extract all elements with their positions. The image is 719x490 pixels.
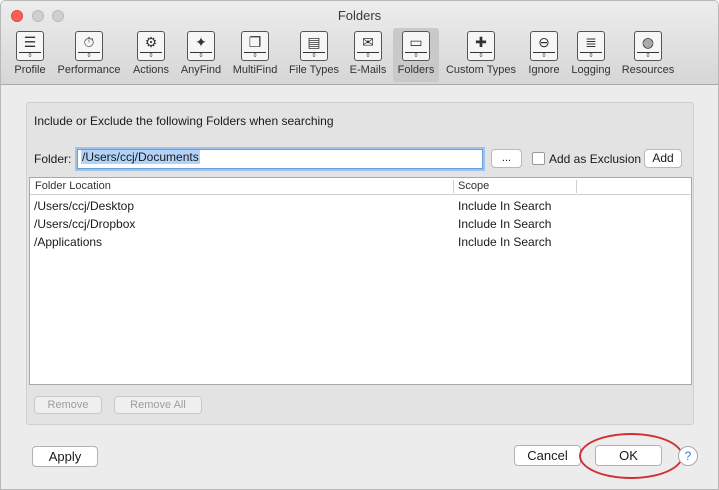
title-toolbar: Folders ☰ 0 Profile ⏱ 0 Performance ⚙ 0 Act… xyxy=(1,1,718,85)
tab-logging[interactable]: ≣ 0 Logging xyxy=(568,28,614,82)
tab-ignore[interactable]: ⊖ 0 Ignore xyxy=(523,28,565,82)
profile-icon: ☰ 0 xyxy=(16,31,44,61)
tab-label: Resources xyxy=(621,64,675,76)
tab-label: Ignore xyxy=(528,64,560,76)
column-divider[interactable] xyxy=(576,180,577,193)
row-folder-location: /Applications xyxy=(34,235,103,249)
tab-resources[interactable]: ◍ 0 Resources xyxy=(617,28,679,82)
custom-types-icon: ✚ 0 xyxy=(467,31,495,61)
remove-all-button[interactable]: Remove All xyxy=(114,396,202,414)
tab-custom-types[interactable]: ✚ 0 Custom Types xyxy=(442,28,520,82)
folders-panel: Include or Exclude the following Folders… xyxy=(26,102,694,425)
gear-icon: ⚙ 0 xyxy=(137,31,165,61)
stopwatch-icon: ⏱ 0 xyxy=(75,31,103,61)
add-as-exclusion-checkbox[interactable] xyxy=(532,152,545,165)
tab-anyfind[interactable]: ✦ 0 AnyFind xyxy=(177,28,225,82)
tab-file-types[interactable]: ▤ 0 File Types xyxy=(285,28,343,82)
table-row[interactable]: /Users/ccj/Desktop Include In Search xyxy=(30,197,691,215)
add-button[interactable]: Add xyxy=(644,149,682,168)
tab-emails[interactable]: ✉ 0 E-Mails xyxy=(346,28,390,82)
panel-heading: Include or Exclude the following Folders… xyxy=(34,114,334,128)
puzzle-icon: ✦ 0 xyxy=(187,31,215,61)
table-row[interactable]: /Applications Include In Search xyxy=(30,233,691,251)
tab-profile[interactable]: ☰ 0 Profile xyxy=(10,28,50,82)
table-header: Folder Location Scope xyxy=(30,178,691,195)
no-entry-icon: ⊖ 0 xyxy=(530,31,558,61)
row-scope: Include In Search xyxy=(458,217,552,231)
tab-label: Actions xyxy=(132,64,170,76)
log-icon: ≣ 0 xyxy=(577,31,605,61)
tab-actions[interactable]: ⚙ 0 Actions xyxy=(128,28,174,82)
row-folder-location: /Users/ccj/Dropbox xyxy=(34,217,136,231)
globe-icon: ◍ 0 xyxy=(634,31,662,61)
column-header-scope[interactable]: Scope xyxy=(458,180,489,192)
tab-folders[interactable]: ▭ 0 Folders xyxy=(393,28,439,82)
envelope-icon: ✉ 0 xyxy=(354,31,382,61)
folder-table[interactable]: Folder Location Scope /Users/ccj/Desktop… xyxy=(29,177,692,385)
browse-button[interactable]: ... xyxy=(491,149,522,168)
tab-label: AnyFind xyxy=(180,64,222,76)
tab-label: Logging xyxy=(571,64,611,76)
tab-label: E-Mails xyxy=(349,64,387,76)
add-as-exclusion-label[interactable]: Add as Exclusion xyxy=(549,152,641,166)
remove-button[interactable]: Remove xyxy=(34,396,102,414)
document-icon: ▤ 0 xyxy=(300,31,328,61)
windows-icon: ❐ 0 xyxy=(241,31,269,61)
column-divider[interactable] xyxy=(453,180,454,193)
table-row[interactable]: /Users/ccj/Dropbox Include In Search xyxy=(30,215,691,233)
tab-label: MultiFind xyxy=(232,64,278,76)
ok-button[interactable]: OK xyxy=(595,445,662,466)
tab-performance[interactable]: ⏱ 0 Performance xyxy=(53,28,125,82)
window-title: Folders xyxy=(337,8,382,23)
apply-button[interactable]: Apply xyxy=(32,446,98,467)
cancel-button[interactable]: Cancel xyxy=(514,445,581,466)
tab-multifind[interactable]: ❐ 0 MultiFind xyxy=(228,28,282,82)
tab-label: File Types xyxy=(289,64,339,76)
tab-label: Performance xyxy=(57,64,121,76)
folder-icon: ▭ 0 xyxy=(402,31,430,61)
folder-path-value: /Users/ccj/Documents xyxy=(81,150,200,164)
tab-label: Folders xyxy=(397,64,435,76)
row-scope: Include In Search xyxy=(458,235,552,249)
tab-label: Custom Types xyxy=(445,64,517,76)
row-scope: Include In Search xyxy=(458,199,552,213)
row-folder-location: /Users/ccj/Desktop xyxy=(34,199,135,213)
column-header-folder-location[interactable]: Folder Location xyxy=(35,180,111,192)
tab-label: Profile xyxy=(14,64,46,76)
preferences-window: Folders ☰ 0 Profile ⏱ 0 Performance ⚙ 0 Act… xyxy=(0,0,719,490)
folder-path-input[interactable]: /Users/ccj/Documents xyxy=(77,149,483,169)
folder-label: Folder: xyxy=(34,152,72,166)
help-button[interactable]: ? xyxy=(678,446,698,466)
